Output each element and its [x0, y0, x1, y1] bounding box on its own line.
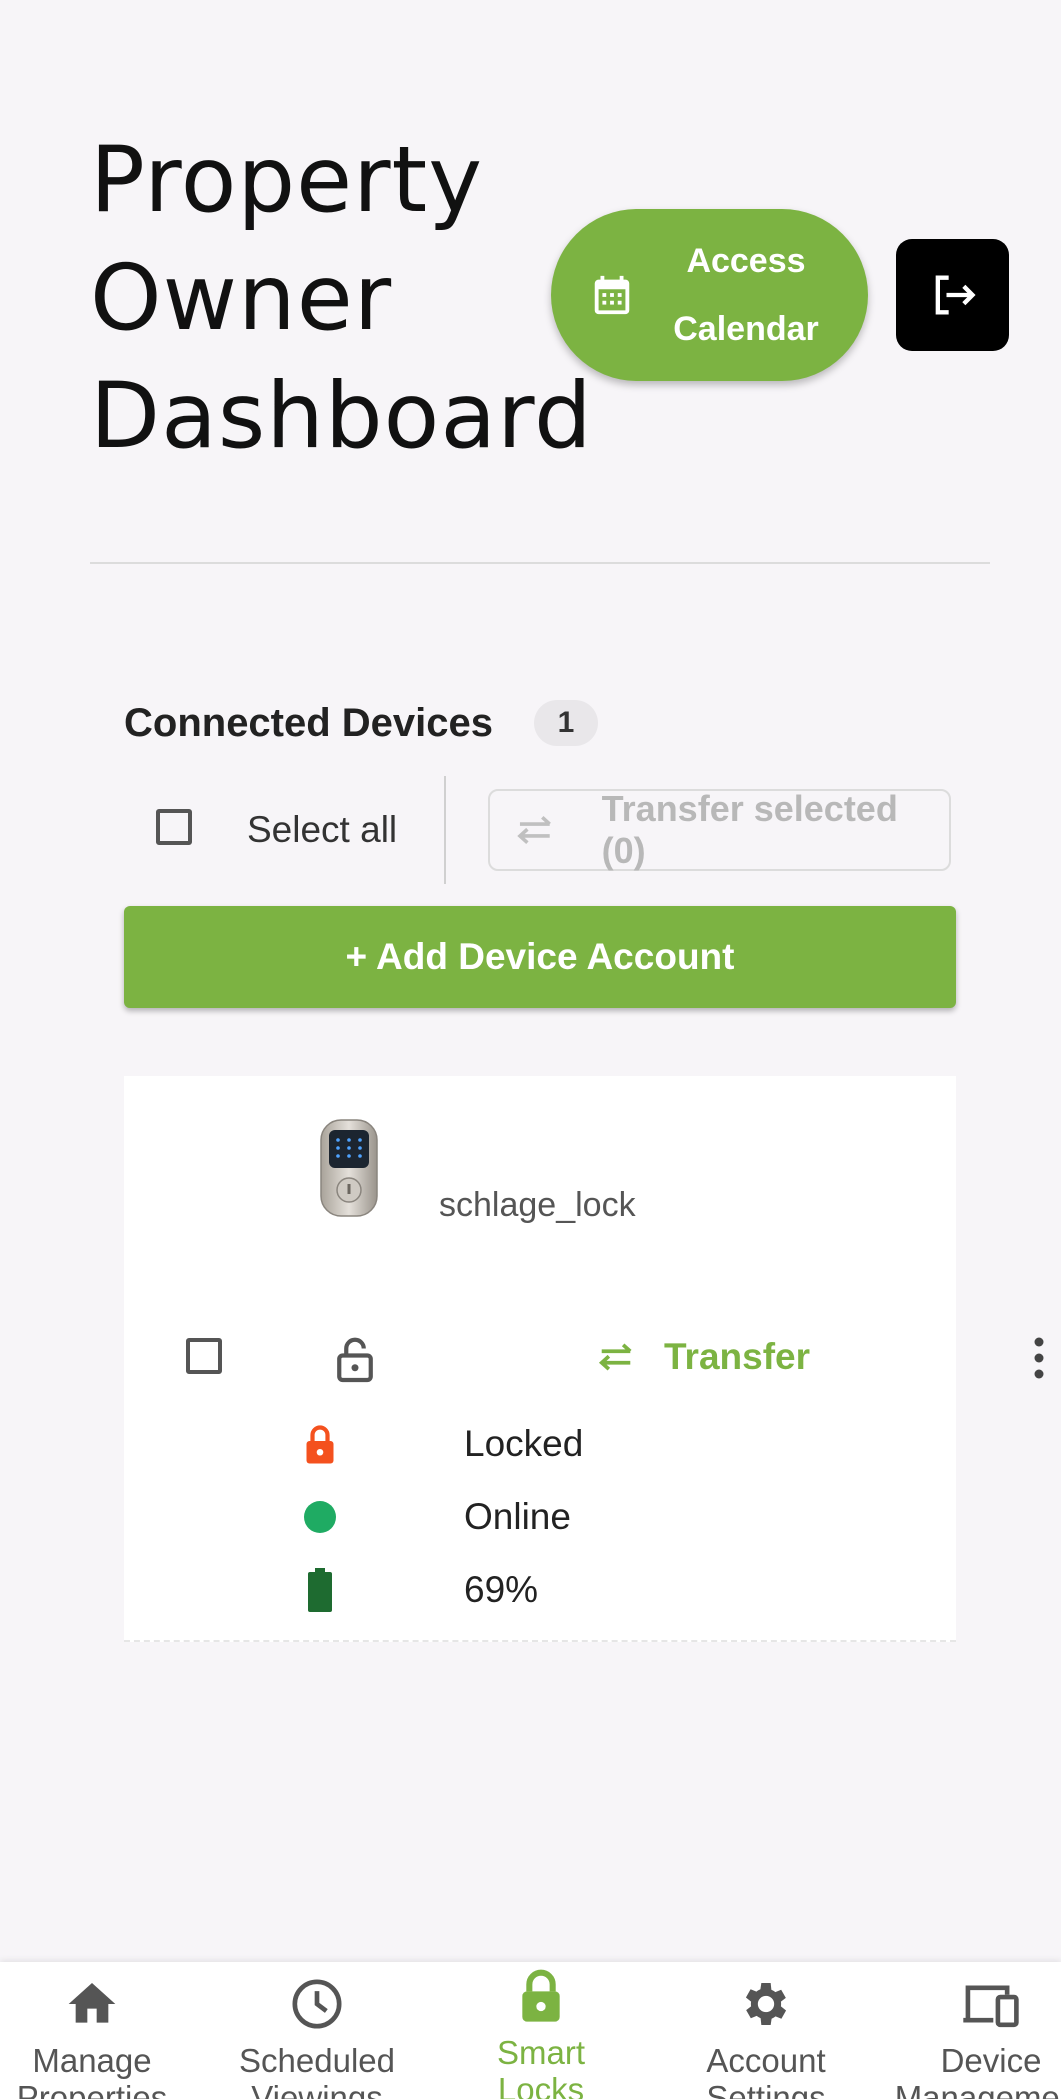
home-icon [68, 1983, 116, 2023]
select-all-checkbox[interactable] [156, 809, 192, 845]
battery-status-row: 69% [300, 1567, 538, 1613]
online-indicator-icon [300, 1494, 340, 1540]
clock-icon [292, 1979, 342, 2029]
battery-icon [300, 1567, 340, 1613]
header-divider [90, 562, 990, 564]
add-device-account-button[interactable]: + Add Device Account [124, 906, 956, 1008]
logout-button[interactable] [896, 239, 1009, 351]
smart-lock-image [320, 1119, 378, 1217]
unlock-icon[interactable] [334, 1334, 376, 1384]
nav-account-settings[interactable]: Account Settings [656, 1962, 876, 2099]
connection-status-row: Online [300, 1494, 571, 1540]
nav-label: Scheduled Viewings [239, 2042, 395, 2099]
bottom-navigation: Manage Properties Scheduled Viewings Sma… [0, 1962, 1061, 2099]
lock-status-text: Locked [464, 1423, 584, 1464]
transfer-selected-button[interactable]: Transfer selected (0) [488, 788, 951, 871]
swap-icon [517, 816, 551, 844]
more-options-icon[interactable] [1032, 1336, 1046, 1380]
battery-level-text: 69% [464, 1569, 539, 1610]
nav-device-management[interactable]: Device Management [881, 1962, 1061, 2099]
nav-scheduled-viewings[interactable]: Scheduled Viewings [207, 1962, 427, 2099]
connection-status-text: Online [464, 1496, 571, 1537]
access-calendar-label: Access Calendar [673, 242, 819, 348]
transfer-selected-label: Transfer selected (0) [601, 788, 898, 871]
nav-label: Manage Properties [16, 2042, 168, 2099]
lock-icon [522, 1969, 560, 2022]
nav-label: Device Management [894, 2042, 1061, 2099]
nav-label: Smart Locks [496, 2034, 585, 2099]
calendar-icon [594, 275, 630, 315]
devices-icon [963, 1985, 1019, 2028]
device-name: schlage_lock [439, 1186, 636, 1224]
dashboard-page: Property Owner Dashboard Access Calendar… [0, 0, 1061, 2099]
select-all-label[interactable]: Select all [247, 806, 397, 854]
device-count-badge: 1 [534, 700, 598, 746]
nav-label: Account Settings [706, 2042, 826, 2099]
device-transfer-button[interactable]: Transfer [596, 1336, 810, 1378]
logout-icon [935, 275, 976, 315]
device-transfer-label: Transfer [664, 1336, 811, 1377]
connected-devices-title: Connected Devices [124, 701, 494, 745]
device-card: schlage_lock Transfer Locked Online 69% [124, 1076, 956, 1642]
lock-status-row: Locked [300, 1421, 583, 1467]
access-calendar-button[interactable]: Access Calendar [551, 209, 868, 381]
device-select-checkbox[interactable] [186, 1338, 222, 1374]
nav-manage-properties[interactable]: Manage Properties [0, 1962, 202, 2099]
toolbar-separator [444, 776, 446, 884]
locked-icon [300, 1421, 340, 1467]
nav-smart-locks[interactable]: Smart Locks [431, 1962, 651, 2099]
swap-icon [598, 1343, 632, 1371]
gear-icon [745, 1983, 787, 2025]
page-title: Property Owner Dashboard [90, 128, 593, 469]
